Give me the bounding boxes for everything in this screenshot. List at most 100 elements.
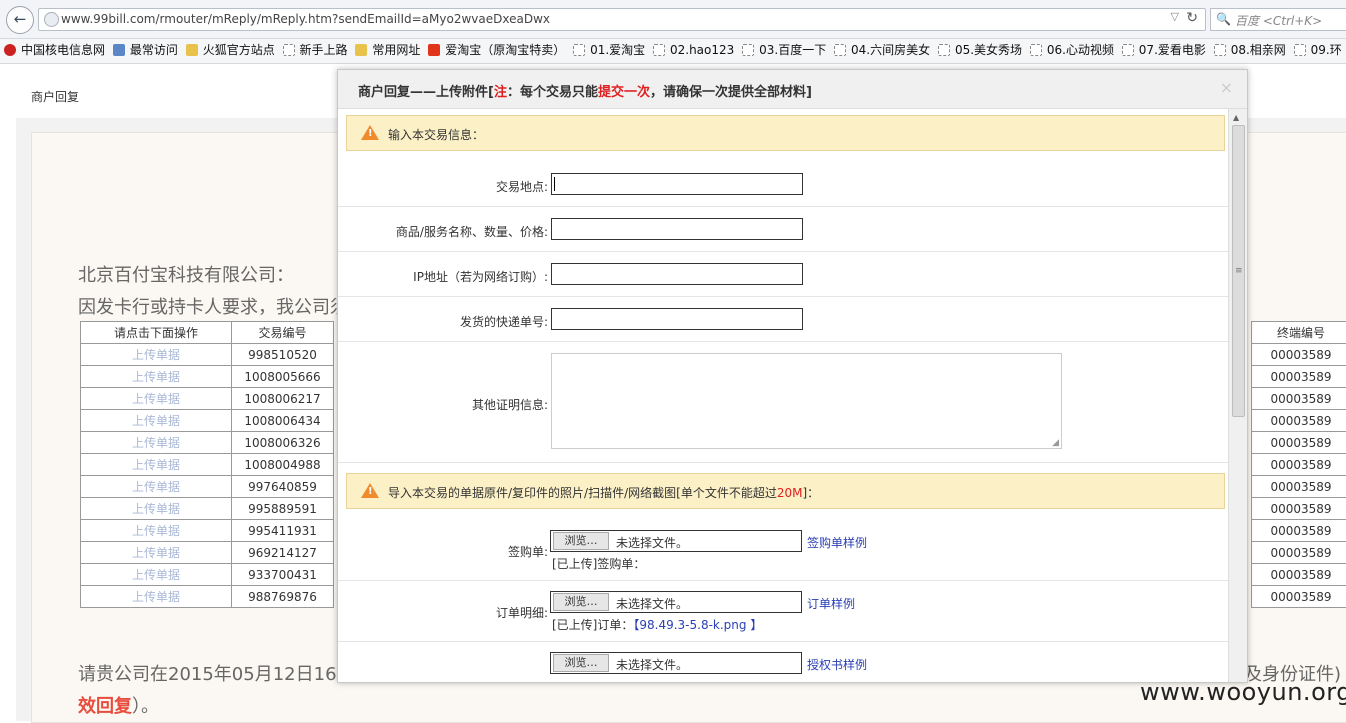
search-box[interactable]: 🔍 百度 <Ctrl+K> xyxy=(1210,8,1346,31)
upload-link[interactable]: 上传单据 xyxy=(132,392,180,406)
bookmarks-bar: 中国核电信息网 最常访问 火狐官方站点 新手上路 常用网址 爱淘宝（原淘宝特卖）… xyxy=(0,39,1346,64)
file-input[interactable]: 浏览… 未选择文件。 xyxy=(550,652,802,674)
back-arrow-icon[interactable]: ← xyxy=(6,6,34,34)
upload-action-cell: 上传单据 xyxy=(81,476,232,498)
upload-action-cell: 上传单据 xyxy=(81,432,232,454)
bookmark-site-icon xyxy=(113,44,125,56)
bookmark-item[interactable]: 常用网址 xyxy=(355,39,420,61)
sample-link[interactable]: 授权书样例 xyxy=(807,656,867,673)
sample-link[interactable]: 订单样例 xyxy=(807,595,855,612)
transaction-table: 请点击下面操作交易编号 上传单据998510520上传单据1008005666上… xyxy=(80,321,334,608)
bookmark-item[interactable]: 03.百度一下 xyxy=(742,39,826,61)
terminal-id-cell: 00003589 xyxy=(1252,432,1346,454)
table-row: 上传单据1008004988 xyxy=(81,454,334,476)
bookmark-item[interactable]: 中国核电信息网 xyxy=(4,39,105,61)
transaction-id-cell: 933700431 xyxy=(232,564,334,586)
table-row: 上传单据 933700431 xyxy=(81,564,334,586)
scroll-up-icon[interactable]: ▲ xyxy=(1233,113,1239,122)
dialog-body: ! 输入本交易信息： 交易地点: 商品/服务名称、数量、价格: IP地址（若为网… xyxy=(338,109,1228,682)
field-label: IP地址（若为网络订购）: xyxy=(413,268,548,285)
table-row: 00003589 xyxy=(1252,520,1346,542)
upload-link[interactable]: 上传单据 xyxy=(132,458,180,472)
other-info-textarea[interactable]: ◢ xyxy=(551,353,1062,449)
resize-handle-icon[interactable]: ◢ xyxy=(1052,438,1059,448)
page-icon xyxy=(1030,44,1042,56)
banner-text: 输入本交易信息： xyxy=(388,126,484,143)
table-row: 00003589 xyxy=(1252,498,1346,520)
page-icon xyxy=(1294,44,1306,56)
close-icon[interactable]: × xyxy=(1220,78,1233,97)
bookmark-item[interactable]: 新手上路 xyxy=(283,39,348,61)
upload-action-cell: 上传单据 xyxy=(81,366,232,388)
upload-link[interactable]: 上传单据 xyxy=(132,590,180,604)
bookmark-item[interactable]: 05.美女秀场 xyxy=(938,39,1022,61)
bookmark-item[interactable]: 火狐官方站点 xyxy=(186,39,275,61)
upload-link[interactable]: 上传单据 xyxy=(132,546,180,560)
tracking-input[interactable] xyxy=(551,308,803,330)
browse-button[interactable]: 浏览… xyxy=(553,532,609,550)
browse-button[interactable]: 浏览… xyxy=(553,654,609,672)
search-icon: 🔍 xyxy=(1216,12,1231,26)
highlight-text: 效回复 xyxy=(78,696,132,717)
table-row: 上传单据998510520 xyxy=(81,344,334,366)
file-status: 未选择文件。 xyxy=(616,595,688,612)
terminal-id-cell: 00003589 xyxy=(1252,542,1346,564)
bookmark-item[interactable]: 04.六间房美女 xyxy=(834,39,930,61)
transaction-id-cell: 988769876 xyxy=(232,586,334,608)
bookmark-item[interactable]: 07.爱看电影 xyxy=(1122,39,1206,61)
bookmark-item[interactable]: 01.爱淘宝 xyxy=(573,39,645,61)
upload-link[interactable]: 上传单据 xyxy=(132,436,180,450)
transaction-id-cell: 969214127 xyxy=(232,542,334,564)
transaction-id-cell: 995889591 xyxy=(232,498,334,520)
file-input[interactable]: 浏览… 未选择文件。 xyxy=(550,591,802,613)
table-row: 上传单据 988769876 xyxy=(81,586,334,608)
table-row: 上传单据1008006326 xyxy=(81,432,334,454)
terminal-id-cell: 00003589 xyxy=(1252,366,1346,388)
bookmark-item[interactable]: 06.心动视频 xyxy=(1030,39,1114,61)
upload-link[interactable]: 上传单据 xyxy=(132,524,180,538)
company-name: 北京百付宝科技有限公司： xyxy=(78,261,294,287)
upload-action-cell: 上传单据 xyxy=(81,542,232,564)
bookmark-item[interactable]: 08.相亲网 xyxy=(1214,39,1286,61)
transaction-id-cell: 1008005666 xyxy=(232,366,334,388)
dialog-scrollbar[interactable]: ▲ ≡ xyxy=(1228,109,1247,682)
upload-action-cell: 上传单据 xyxy=(81,520,232,542)
transaction-id-cell: 1008006217 xyxy=(232,388,334,410)
upload-link[interactable]: 上传单据 xyxy=(132,414,180,428)
bookmark-item[interactable]: 09.环 xyxy=(1294,39,1342,61)
bookmark-item[interactable]: 02.hao123 xyxy=(653,39,734,61)
upload-link[interactable]: 上传单据 xyxy=(132,370,180,384)
table-row: 00003589 xyxy=(1252,388,1346,410)
dropdown-arrow-icon[interactable]: ▽ xyxy=(1171,10,1179,23)
upload-action-cell: 上传单据 xyxy=(81,344,232,366)
upload-link[interactable]: 上传单据 xyxy=(132,568,180,582)
reload-icon[interactable]: ↻ xyxy=(1186,10,1198,26)
location-input[interactable] xyxy=(551,173,803,195)
page-icon xyxy=(834,44,846,56)
bookmark-item[interactable]: 最常访问 xyxy=(113,39,178,61)
upload-action-cell: 上传单据 xyxy=(81,564,232,586)
upload-link[interactable]: 上传单据 xyxy=(132,480,180,494)
notice-text: 因发卡行或持卡人要求，我公司须 xyxy=(78,293,348,319)
page-icon xyxy=(653,44,665,56)
upload-link[interactable]: 上传单据 xyxy=(132,502,180,516)
transaction-id-cell: 995411931 xyxy=(232,520,334,542)
browser-toolbar: ← www.99bill.com/rmouter/mReply/mReply.h… xyxy=(0,0,1346,39)
page-icon xyxy=(938,44,950,56)
uploaded-file-link[interactable]: 【98.49.3-5.8-k.png 】 xyxy=(633,618,762,632)
bookmark-item[interactable]: 爱淘宝（原淘宝特卖） xyxy=(428,39,565,61)
search-placeholder: 百度 <Ctrl+K> xyxy=(1235,12,1322,29)
file-input[interactable]: 浏览… 未选择文件。 xyxy=(550,530,802,552)
browse-button[interactable]: 浏览… xyxy=(553,593,609,611)
sample-link[interactable]: 签购单样例 xyxy=(807,534,867,551)
scroll-thumb[interactable]: ≡ xyxy=(1232,125,1245,417)
address-bar[interactable]: www.99bill.com/rmouter/mReply/mReply.htm… xyxy=(38,8,1206,31)
info-banner: ! 输入本交易信息： xyxy=(346,115,1225,151)
dialog-header: 商户回复——上传附件[注：每个交易只能提交一次，请确保一次提供全部材料] × xyxy=(338,70,1247,109)
upload-link[interactable]: 上传单据 xyxy=(132,348,180,362)
ip-input[interactable] xyxy=(551,263,803,285)
field-label: 发货的快递单号: xyxy=(460,313,548,330)
goods-input[interactable] xyxy=(551,218,803,240)
table-row: 00003589 xyxy=(1252,344,1346,366)
bookmark-site-icon xyxy=(4,44,16,56)
